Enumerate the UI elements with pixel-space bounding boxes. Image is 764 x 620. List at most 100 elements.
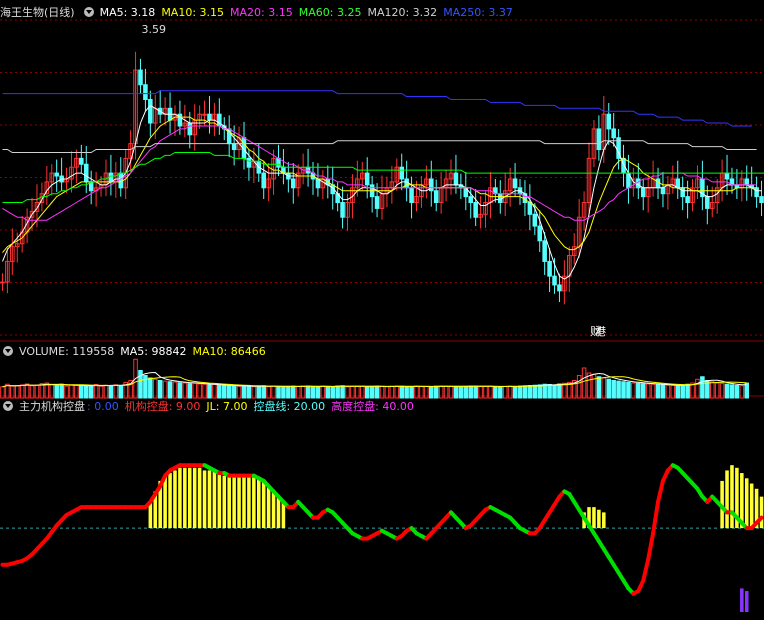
volume-bar [577, 376, 581, 399]
indicator-name[interactable]: 主力机构控盘 [19, 400, 85, 413]
candle-body [247, 158, 251, 167]
indicator-v2: JL: 7.00 [206, 400, 247, 413]
candle-body [400, 167, 404, 179]
candle-body [405, 179, 409, 188]
volume-bar [222, 386, 226, 399]
control-bar [267, 486, 271, 528]
control-bar [193, 468, 197, 528]
candle-body [641, 188, 645, 197]
candle-body [119, 173, 123, 188]
candle-body [760, 197, 764, 203]
volume-bar [661, 385, 665, 398]
collapse-toggle-icon[interactable] [3, 346, 13, 356]
volume-header: VOLUME: 119558MA5: 98842MA10: 86466 [0, 344, 272, 360]
indicator-v4: 高度控盘: 40.00 [331, 400, 414, 413]
volume-bar [341, 386, 345, 398]
volume-bar [119, 385, 123, 398]
volume-bar [430, 387, 434, 398]
indicator-v1: 机构控盘: 9.00 [125, 400, 201, 413]
volume-bar [553, 385, 557, 398]
control-bar [592, 507, 596, 528]
chart-svg: 3.59财港 [0, 0, 764, 616]
candle-body [203, 114, 207, 115]
control-bar [173, 470, 177, 528]
volume-bar [454, 387, 458, 399]
collapse-toggle-icon[interactable] [84, 7, 94, 17]
volume-bar-group [1, 359, 749, 398]
candle-body [755, 188, 759, 197]
ma10-readout: MA10: 3.15 [161, 6, 224, 19]
volume-bar [696, 379, 700, 398]
collapse-toggle-icon[interactable] [3, 401, 13, 411]
volume-bar [89, 386, 93, 399]
volume-bar [597, 377, 601, 398]
volume-bar [208, 385, 212, 398]
volume-bar [331, 387, 335, 398]
control-line-segment [648, 533, 653, 559]
candle-body [410, 188, 414, 203]
stock-title[interactable]: 海王生物(日线) [0, 6, 75, 19]
ma20-readout: MA20: 3.15 [230, 6, 293, 19]
volume-bar [247, 387, 251, 399]
volume-bar [533, 385, 537, 398]
control-bar [272, 491, 276, 528]
candle-body [84, 164, 88, 182]
candle-body [292, 179, 296, 188]
candle-body [469, 197, 473, 203]
vol-ma10-readout: MA10: 86466 [192, 345, 265, 358]
volume-bar [459, 387, 463, 398]
volume-bar [218, 385, 222, 398]
volume-bar [602, 378, 606, 398]
candle-body [533, 214, 537, 226]
high-control-bar [745, 591, 749, 612]
ma120-readout: MA120: 3.32 [367, 6, 437, 19]
volume-bar [306, 386, 310, 398]
volume-bar [528, 386, 532, 399]
volume-bar [326, 386, 330, 398]
volume-bar [676, 386, 680, 398]
control-bar [213, 470, 217, 528]
volume-bar [622, 382, 626, 398]
control-bar [247, 476, 251, 528]
volume-bar [400, 386, 404, 398]
candle-body [188, 123, 192, 135]
volume-bar [365, 387, 369, 398]
candle-body [543, 241, 547, 262]
indicator-v0: : 0.00 [87, 400, 119, 413]
candle-body [262, 173, 266, 188]
volume-bar [543, 384, 547, 398]
volume-bar [607, 379, 611, 398]
volume-bar [153, 379, 157, 398]
candle-body [686, 197, 690, 203]
control-bar [262, 481, 266, 528]
candle-body [528, 203, 532, 215]
volume-bar [582, 368, 586, 398]
control-bar [242, 476, 246, 528]
volume-bar [627, 382, 631, 398]
control-bar [203, 470, 207, 528]
volume-bar [656, 385, 660, 399]
volume-bar [336, 386, 340, 398]
volume-bar [163, 381, 167, 398]
control-bar [760, 497, 764, 528]
candle-body [1, 282, 5, 283]
candle-body [80, 158, 84, 164]
control-bar [208, 470, 212, 528]
control-bar [227, 476, 231, 528]
control-bar [188, 468, 192, 528]
volume-bar [227, 386, 231, 398]
candle-body [725, 173, 729, 179]
volume-readout: VOLUME: 119558 [19, 345, 114, 358]
volume-bar [474, 386, 478, 398]
candle-body [144, 85, 148, 100]
candle-body [745, 179, 749, 185]
volume-bar [494, 387, 498, 398]
volume-bar [701, 377, 705, 398]
volume-bar [80, 386, 84, 398]
volume-bar [287, 386, 291, 398]
indicator-header: 主力机构控盘: 0.00机构控盘: 9.00JL: 7.00控盘线: 20.00… [0, 399, 420, 415]
high-control-bar [740, 588, 744, 612]
volume-bar [518, 386, 522, 398]
volume-bar [311, 387, 315, 399]
price-annotation: 港 [595, 325, 606, 338]
